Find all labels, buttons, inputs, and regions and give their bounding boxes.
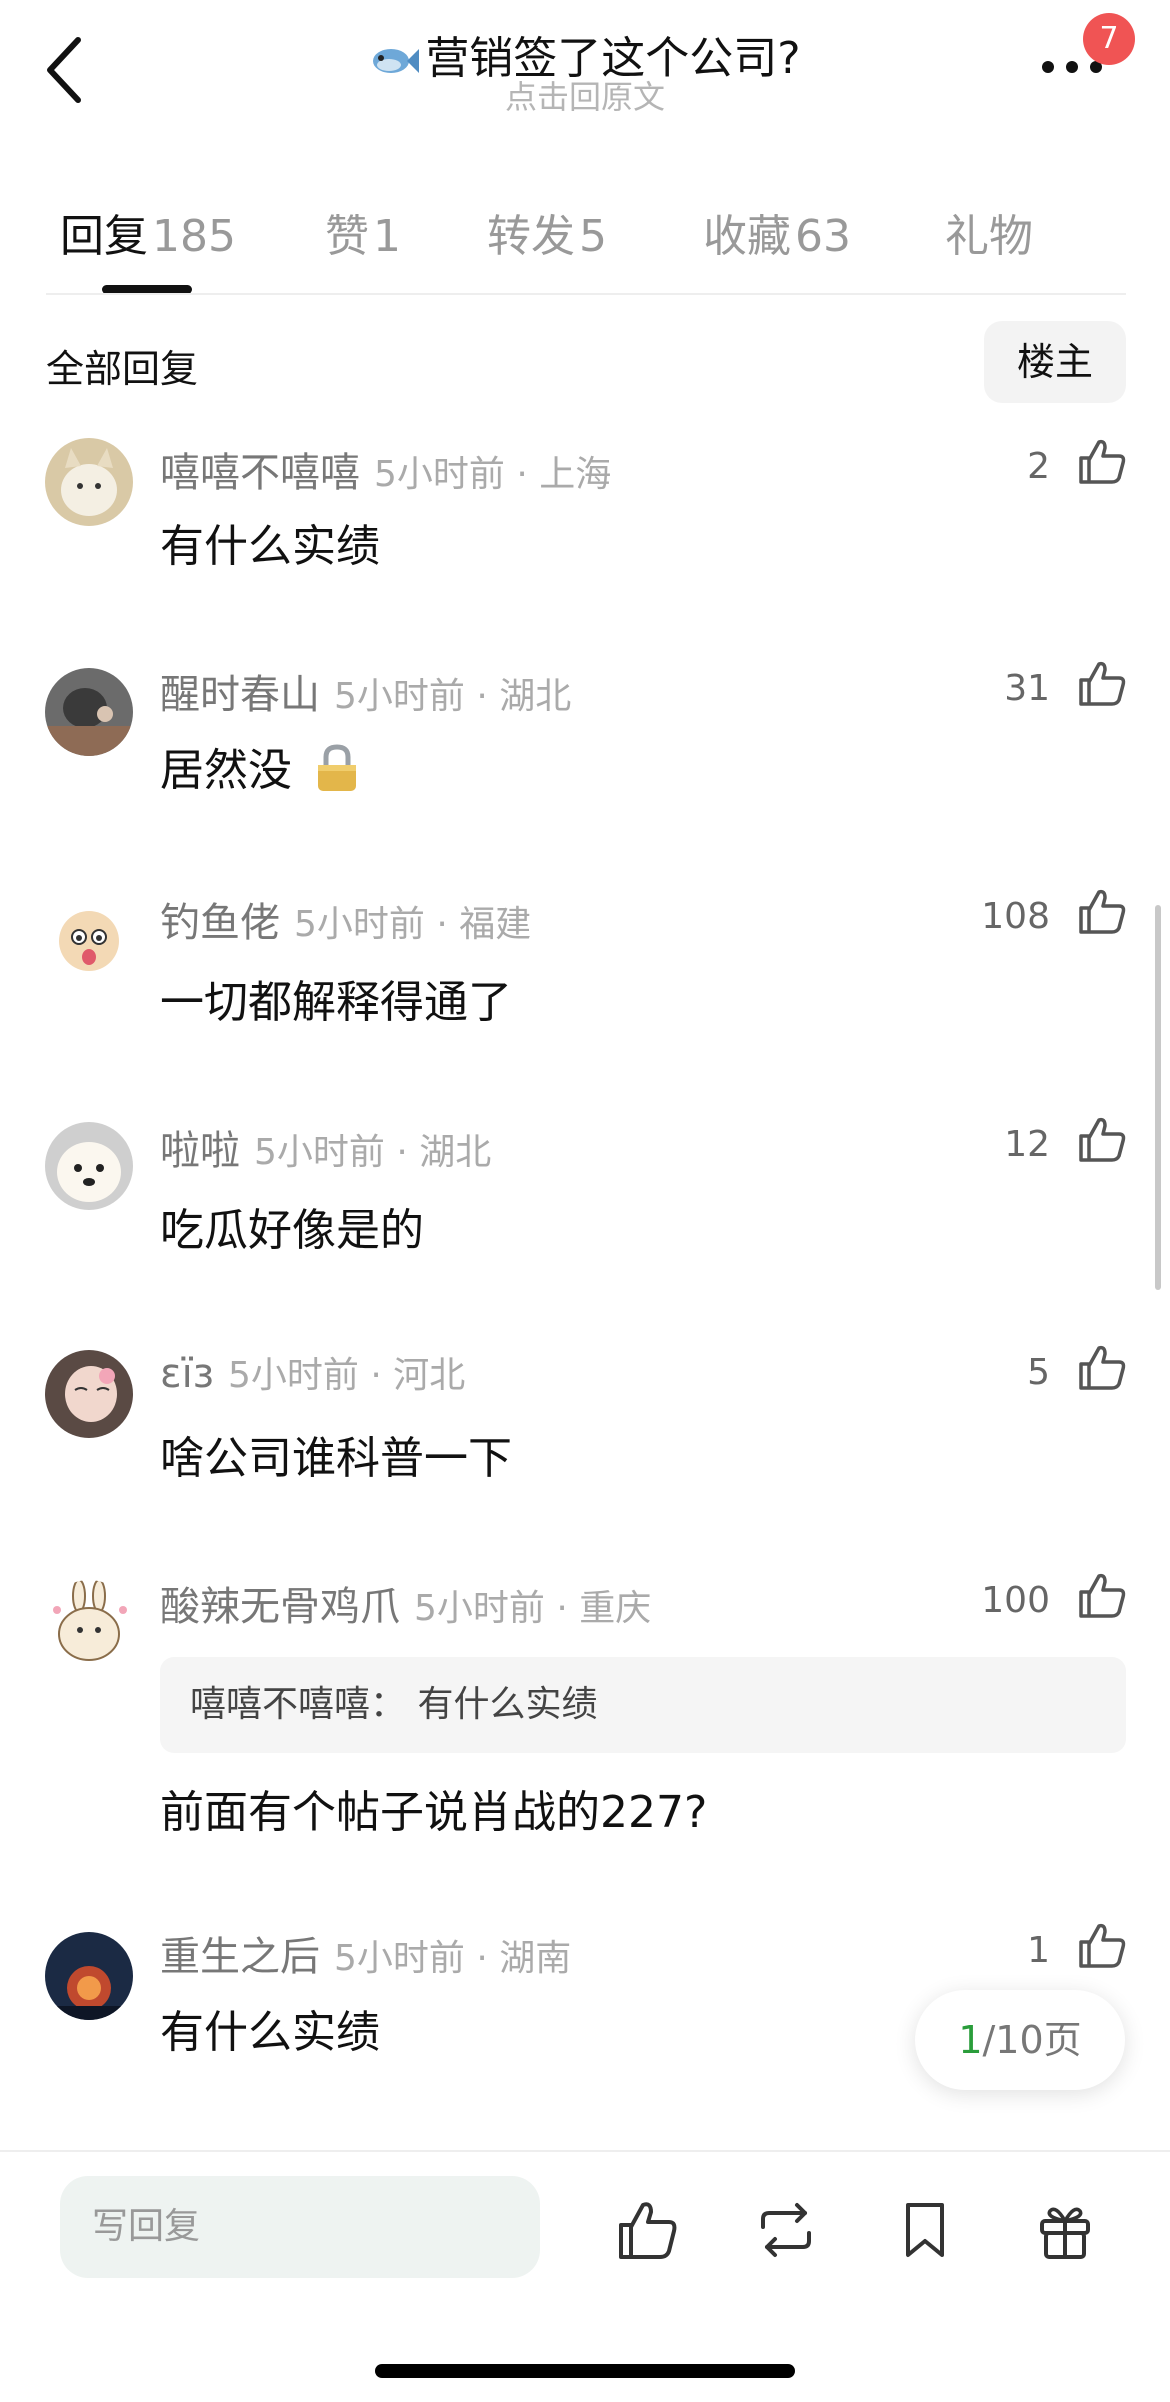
thumbs-up-icon[interactable] xyxy=(1075,436,1127,488)
username[interactable]: 酸辣无骨鸡爪 xyxy=(160,1584,400,1630)
bottom-divider xyxy=(0,2150,1170,2152)
comment-meta: εїз 5小时前 · 河北 xyxy=(160,1346,465,1398)
tab-replies[interactable]: 回复185 xyxy=(60,200,236,264)
tab-label: 礼物 xyxy=(945,211,1033,262)
thumbs-up-icon[interactable] xyxy=(613,2197,679,2263)
thumbs-up-icon[interactable] xyxy=(1075,658,1127,710)
total-pages: /10页 xyxy=(982,2018,1082,2062)
comment-text: 有什么实绩 xyxy=(160,2007,380,2058)
comment-text: 有什么实绩 xyxy=(160,521,380,572)
home-indicator[interactable] xyxy=(375,2364,795,2378)
tab-gifts[interactable]: 礼物 xyxy=(945,200,1033,264)
tab-favorites[interactable]: 收藏63 xyxy=(703,200,851,264)
page-indicator[interactable]: 1/10页 xyxy=(915,1990,1125,2090)
quoted-reply[interactable]: 嘻嘻不嘻嘻： 有什么实绩 xyxy=(160,1657,1126,1753)
notification-badge: 7 xyxy=(1083,13,1135,65)
avatar[interactable] xyxy=(45,1932,133,2020)
comment-text-body: 居然没 xyxy=(160,745,292,796)
comment-text: 居然没 xyxy=(160,734,360,798)
scrollbar[interactable] xyxy=(1155,905,1161,1290)
username[interactable]: εїз xyxy=(160,1351,214,1397)
time-location: 5小时前 · 湖北 xyxy=(334,676,572,717)
time-location: 5小时前 · 福建 xyxy=(294,904,532,945)
avatar[interactable] xyxy=(45,1122,133,1210)
tab-count: 5 xyxy=(579,211,607,262)
comment-text: 一切都解释得通了 xyxy=(160,977,512,1028)
avatar[interactable] xyxy=(45,1350,133,1438)
username[interactable]: 醒时春山 xyxy=(160,672,320,718)
gift-icon[interactable] xyxy=(1032,2197,1098,2263)
thumbs-up-icon[interactable] xyxy=(1075,1114,1127,1166)
like-count: 100 xyxy=(981,1580,1050,1621)
like-count: 31 xyxy=(1004,668,1050,709)
tab-count: 185 xyxy=(152,211,236,262)
bookmark-icon[interactable] xyxy=(892,2197,958,2263)
comment-text: 前面有个帖子说肖战的227? xyxy=(160,1787,708,1838)
thumbs-up-icon[interactable] xyxy=(1075,1342,1127,1394)
time-location: 5小时前 · 重庆 xyxy=(414,1588,652,1629)
avatar[interactable] xyxy=(45,1580,133,1668)
tab-label: 赞 xyxy=(325,211,369,262)
time-location: 5小时前 · 湖北 xyxy=(254,1132,492,1173)
repost-icon[interactable] xyxy=(753,2197,819,2263)
username[interactable]: 重生之后 xyxy=(160,1934,320,1980)
tab-label: 转发 xyxy=(487,211,575,262)
tab-reposts[interactable]: 转发5 xyxy=(487,200,607,264)
comment-meta: 酸辣无骨鸡爪 5小时前 · 重庆 xyxy=(160,1574,651,1632)
comment-meta: 重生之后 5小时前 · 湖南 xyxy=(160,1924,571,1982)
comment-text: 吃瓜好像是的 xyxy=(160,1205,424,1256)
tab-count: 1 xyxy=(373,211,401,262)
tab-label: 收藏 xyxy=(703,211,791,262)
tabs-divider xyxy=(46,293,1126,295)
thumbs-up-icon[interactable] xyxy=(1075,1570,1127,1622)
comment-text: 啥公司谁科普一下 xyxy=(160,1433,512,1484)
comment-meta: 嘻嘻不嘻嘻 5小时前 · 上海 xyxy=(160,440,611,498)
avatar[interactable] xyxy=(45,668,133,756)
thumbs-up-icon[interactable] xyxy=(1075,886,1127,938)
username[interactable]: 钓鱼佬 xyxy=(160,900,280,946)
time-location: 5小时前 · 河北 xyxy=(228,1355,466,1396)
username[interactable]: 啦啦 xyxy=(160,1128,240,1174)
like-count: 1 xyxy=(1027,1930,1050,1971)
like-count: 5 xyxy=(1027,1352,1050,1393)
avatar[interactable] xyxy=(45,438,133,526)
current-page: 1 xyxy=(958,2018,983,2062)
lock-icon xyxy=(318,744,356,791)
op-only-button[interactable]: 楼主 xyxy=(984,321,1126,403)
time-location: 5小时前 · 上海 xyxy=(374,454,612,495)
like-count: 2 xyxy=(1027,446,1050,487)
tab-likes[interactable]: 赞1 xyxy=(325,200,401,264)
reply-input[interactable]: 写回复 xyxy=(60,2176,540,2278)
comment-meta: 钓鱼佬 5小时前 · 福建 xyxy=(160,890,531,948)
thumbs-up-icon[interactable] xyxy=(1075,1920,1127,1972)
like-count: 108 xyxy=(981,896,1050,937)
tab-count: 63 xyxy=(795,211,851,262)
section-title: 全部回复 xyxy=(46,347,199,391)
back-to-original-link[interactable]: 点击回原文 xyxy=(0,72,1170,118)
username[interactable]: 嘻嘻不嘻嘻 xyxy=(160,450,360,496)
like-count: 12 xyxy=(1004,1124,1050,1165)
tab-label: 回复 xyxy=(60,211,148,262)
avatar[interactable] xyxy=(45,895,133,983)
comment-meta: 啦啦 5小时前 · 湖北 xyxy=(160,1118,491,1176)
time-location: 5小时前 · 湖南 xyxy=(334,1938,572,1979)
comment-meta: 醒时春山 5小时前 · 湖北 xyxy=(160,662,571,720)
